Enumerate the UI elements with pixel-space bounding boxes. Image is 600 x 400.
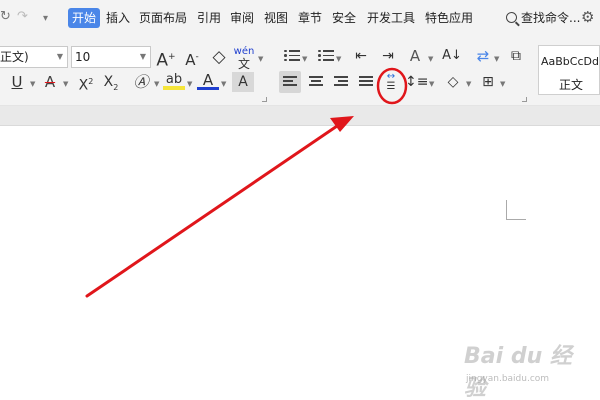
highlight-circle bbox=[376, 67, 408, 105]
watermark-url: jingyan.baidu.com bbox=[466, 374, 550, 384]
pointer-arrow-shaft bbox=[85, 122, 342, 298]
watermark-brand: Bai du 经验 bbox=[464, 344, 572, 400]
baidu-jingyan-watermark: Bai du 经验 jingyan.baidu.com bbox=[462, 338, 582, 400]
